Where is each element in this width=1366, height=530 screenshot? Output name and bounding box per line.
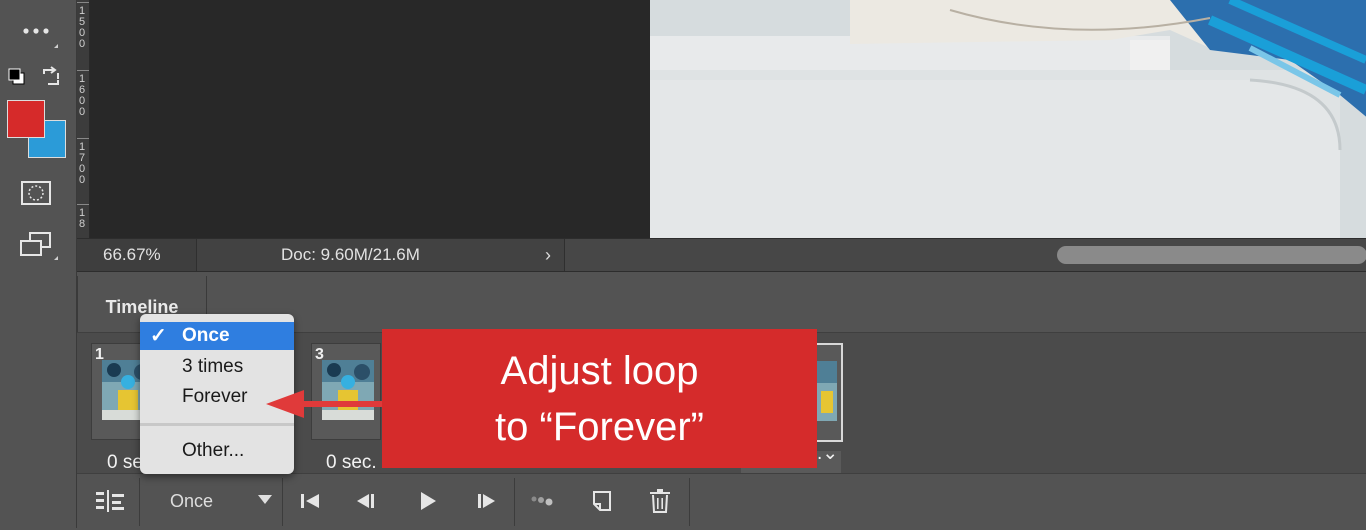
menu-separator xyxy=(140,423,294,426)
loop-value: Once xyxy=(170,490,214,511)
timeline-controls: Once xyxy=(77,473,1366,530)
convert-timeline-icon[interactable] xyxy=(85,474,135,528)
checkmark-icon: ✓ xyxy=(150,325,167,347)
frame-thumbnail xyxy=(817,361,837,421)
frame-delay[interactable]: 0 sec. xyxy=(326,452,377,474)
animation-frame-3[interactable]: 3 0 sec. xyxy=(311,343,381,473)
menu-item-other[interactable]: Other... xyxy=(140,437,294,465)
frame-thumbnail xyxy=(322,360,374,420)
play-icon[interactable] xyxy=(405,474,451,528)
document-size-info: Doc: 9.60M/21.6M xyxy=(197,239,565,271)
next-frame-icon[interactable] xyxy=(463,474,509,528)
vertical-ruler: 1500 1600 1700 18 xyxy=(77,0,90,238)
annotation-callout: Adjust loop to “Forever” xyxy=(382,329,817,468)
more-icon[interactable] xyxy=(18,16,58,48)
annotation-arrow xyxy=(300,401,384,407)
annotation-arrow-head xyxy=(266,390,304,418)
status-menu-chevron-icon[interactable]: › xyxy=(545,239,565,271)
menu-item-once[interactable]: ✓ Once xyxy=(140,322,294,350)
loop-options-select[interactable]: Once xyxy=(140,474,280,528)
menu-item-3-times[interactable]: 3 times xyxy=(140,353,294,381)
ruler-label: 1500 xyxy=(79,5,86,50)
ruler-label: 18 xyxy=(79,207,86,230)
tools-panel xyxy=(0,0,77,528)
first-frame-icon[interactable] xyxy=(287,474,333,528)
screen-mode-icon[interactable] xyxy=(18,230,58,260)
frame-delay-dropdown[interactable]: .⌄ xyxy=(817,442,838,465)
ruler-label: 1600 xyxy=(79,73,86,118)
callout-text: Adjust loop to “Forever” xyxy=(495,349,704,449)
swap-colors-icon[interactable] xyxy=(38,62,64,92)
status-bar: 66.67% Doc: 9.60M/21.6M › xyxy=(77,238,1366,271)
delete-frame-icon[interactable] xyxy=(637,474,683,528)
zoom-level[interactable]: 66.67% xyxy=(77,239,197,271)
ruler-label: 1700 xyxy=(79,141,86,186)
default-colors-icon[interactable] xyxy=(5,62,29,92)
chevron-down-icon xyxy=(258,495,272,504)
previous-frame-icon[interactable] xyxy=(343,474,389,528)
quick-mask-icon[interactable] xyxy=(18,178,54,208)
horizontal-scrollbar[interactable] xyxy=(1057,246,1366,264)
tween-icon[interactable] xyxy=(521,474,567,528)
duplicate-frame-icon[interactable] xyxy=(579,474,625,528)
animation-frame-selected[interactable] xyxy=(813,343,843,442)
foreground-color-swatch[interactable] xyxy=(7,100,45,138)
document-image xyxy=(650,0,1366,238)
